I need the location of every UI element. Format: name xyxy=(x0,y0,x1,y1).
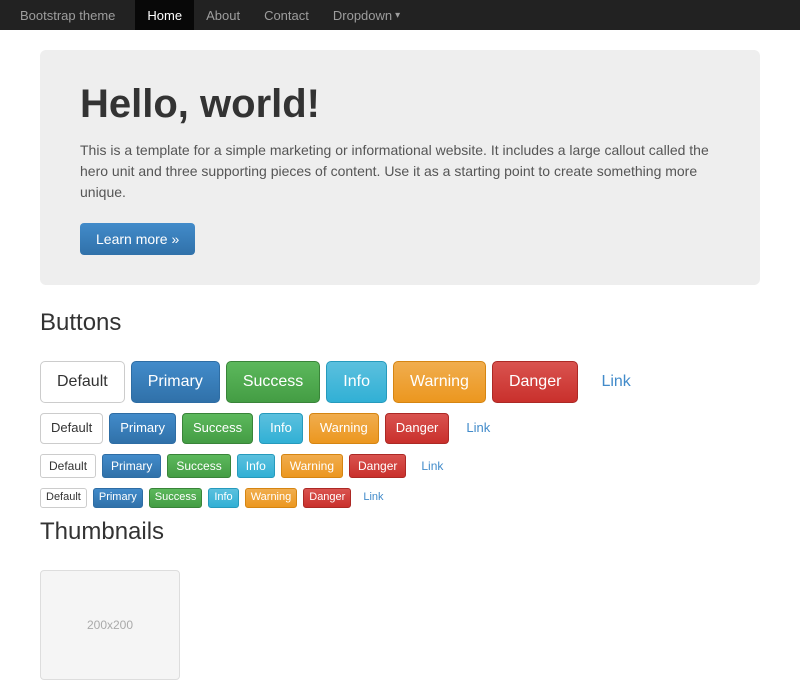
btn-default-xs[interactable]: Default xyxy=(40,488,87,507)
hero-description: This is a template for a simple marketin… xyxy=(80,140,720,203)
btn-danger-xs[interactable]: Danger xyxy=(303,488,351,507)
btn-success-md[interactable]: Success xyxy=(182,413,253,443)
btn-success-xs[interactable]: Success xyxy=(149,488,203,507)
btn-link-sm[interactable]: Link xyxy=(412,454,452,479)
btn-warning-lg[interactable]: Warning xyxy=(393,361,486,403)
btn-info-md[interactable]: Info xyxy=(259,413,303,443)
btn-primary-sm[interactable]: Primary xyxy=(102,454,161,479)
btn-danger-sm[interactable]: Danger xyxy=(349,454,406,479)
btn-info-lg[interactable]: Info xyxy=(326,361,387,403)
btn-danger-lg[interactable]: Danger xyxy=(492,361,578,403)
nav-item-contact[interactable]: Contact xyxy=(252,0,321,30)
main-content: Hello, world! This is a template for a s… xyxy=(20,30,780,700)
navbar: Bootstrap theme Home About Contact Dropd… xyxy=(0,0,800,30)
btn-success-lg[interactable]: Success xyxy=(226,361,320,403)
btn-info-sm[interactable]: Info xyxy=(237,454,275,479)
btn-warning-xs[interactable]: Warning xyxy=(245,488,298,507)
hero-unit: Hello, world! This is a template for a s… xyxy=(40,50,760,285)
nav-item-about[interactable]: About xyxy=(194,0,252,30)
chevron-down-icon: ▾ xyxy=(395,10,400,21)
btn-danger-md[interactable]: Danger xyxy=(385,413,450,443)
navbar-brand[interactable]: Bootstrap theme xyxy=(20,8,115,23)
btn-primary-md[interactable]: Primary xyxy=(109,413,176,443)
button-row-xsmall: Default Primary Success Info Warning Dan… xyxy=(40,488,760,507)
btn-info-xs[interactable]: Info xyxy=(208,488,238,507)
btn-link-lg[interactable]: Link xyxy=(584,361,647,403)
buttons-section-title: Buttons xyxy=(40,309,760,345)
button-row-large: Default Primary Success Info Warning Dan… xyxy=(40,361,760,403)
thumbnails-section: Thumbnails 200x200 xyxy=(40,518,760,680)
thumbnail-item[interactable]: 200x200 xyxy=(40,570,180,680)
hero-title: Hello, world! xyxy=(80,80,720,128)
learn-more-button[interactable]: Learn more » xyxy=(80,223,195,255)
thumbnail-placeholder-text: 200x200 xyxy=(87,618,133,632)
btn-warning-sm[interactable]: Warning xyxy=(281,454,343,479)
button-row-small: Default Primary Success Info Warning Dan… xyxy=(40,454,760,479)
btn-primary-lg[interactable]: Primary xyxy=(131,361,220,403)
btn-success-sm[interactable]: Success xyxy=(167,454,230,479)
nav-item-home[interactable]: Home xyxy=(135,0,194,30)
nav-item-dropdown[interactable]: Dropdown ▾ xyxy=(321,0,412,30)
btn-link-xs[interactable]: Link xyxy=(357,488,389,507)
thumbnails-section-title: Thumbnails xyxy=(40,518,760,554)
btn-warning-md[interactable]: Warning xyxy=(309,413,379,443)
btn-default-md[interactable]: Default xyxy=(40,413,103,443)
btn-primary-xs[interactable]: Primary xyxy=(93,488,143,507)
buttons-section: Buttons Default Primary Success Info War… xyxy=(40,309,760,508)
btn-link-md[interactable]: Link xyxy=(455,413,501,443)
button-row-medium: Default Primary Success Info Warning Dan… xyxy=(40,413,760,443)
btn-default-lg[interactable]: Default xyxy=(40,361,125,403)
btn-default-sm[interactable]: Default xyxy=(40,454,96,479)
nav-items: Home About Contact Dropdown ▾ xyxy=(135,0,412,30)
